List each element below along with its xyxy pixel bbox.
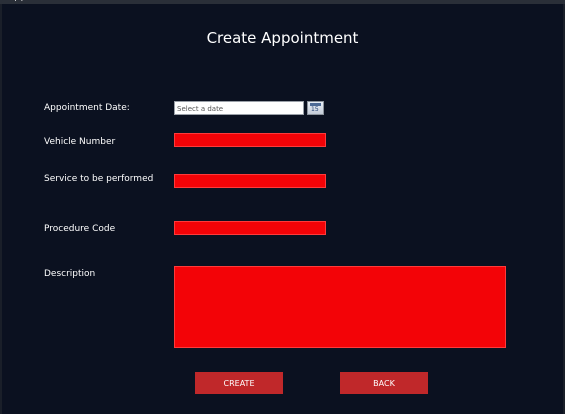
vehicle-number-label: Vehicle Number (44, 137, 116, 147)
procedure-code-label: Procedure Code (44, 224, 116, 234)
calendar-icon[interactable]: 15 (307, 101, 324, 115)
description-label: Description (44, 269, 96, 279)
create-button[interactable]: CREATE (195, 372, 283, 394)
appointment-date-picker[interactable]: 15 (174, 101, 326, 115)
service-label: Service to be performed (44, 174, 154, 184)
appointment-date-label: Appointment Date: (44, 103, 130, 113)
close-icon[interactable]: ✕ (551, 0, 559, 2)
service-input[interactable] (174, 174, 326, 188)
back-button[interactable]: BACK (340, 372, 428, 394)
description-textarea[interactable] (174, 266, 506, 348)
procedure-code-input[interactable] (174, 221, 326, 235)
calendar-day-number: 15 (311, 106, 319, 113)
app-window: appointmentList ✕ Create Appointment App… (0, 0, 565, 414)
title-bar: appointmentList ✕ (0, 0, 565, 4)
window-title: appointmentList (8, 0, 90, 2)
window-border-left (0, 4, 2, 414)
vehicle-number-input[interactable] (174, 133, 326, 147)
page-title: Create Appointment (206, 29, 359, 47)
appointment-date-input[interactable] (174, 101, 304, 115)
